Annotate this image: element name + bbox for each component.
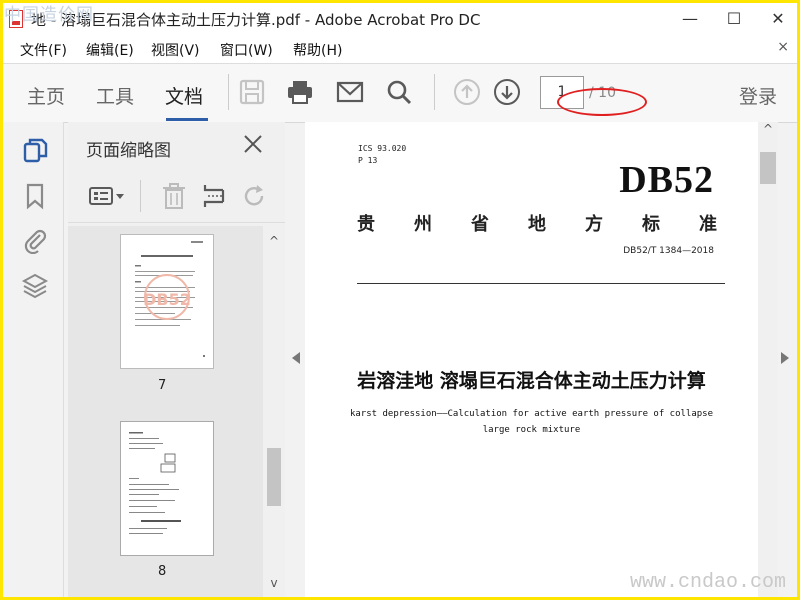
page-down-icon[interactable]	[493, 78, 521, 106]
print-icon[interactable]	[286, 78, 314, 106]
maximize-button[interactable]: ☐	[717, 7, 751, 31]
title-en-line: large rock mixture	[482, 425, 581, 435]
menu-window[interactable]: 窗口(W)	[220, 40, 273, 60]
page-up-icon[interactable]	[453, 78, 481, 106]
standard-char: 标	[642, 214, 660, 235]
red-annotation-ellipse	[557, 88, 647, 116]
document-page: ICS 93.020 P 13 DB52 贵 州 省 地 方 标 准 DB52/…	[305, 122, 758, 597]
window-title: 地 - 溶塌巨石混合体主动土压力计算.pdf - Adobe Acrobat P…	[31, 11, 481, 29]
standard-char: 州	[414, 214, 432, 235]
watermark-top: 中国造价网	[4, 5, 94, 25]
menu-bar: 文件(F) 编辑(E) 视图(V) 窗口(W) 帮助(H) ×	[3, 35, 797, 63]
tab-document[interactable]: 文档	[165, 82, 203, 109]
horizontal-rule	[357, 283, 725, 284]
menu-edit[interactable]: 编辑(E)	[86, 40, 134, 60]
attachment-icon[interactable]	[21, 226, 49, 254]
thumbnail-label: 7	[158, 378, 167, 393]
chevron-down-icon[interactable]: v	[267, 576, 281, 590]
document-title-en: karst depression——Calculation for active…	[305, 406, 758, 438]
watermark-bottom: www.cndao.com	[629, 571, 786, 594]
collapse-right-icon[interactable]	[780, 352, 790, 364]
page-7-preview: DB52	[135, 241, 205, 357]
toolbar-divider	[140, 180, 141, 212]
thumbnail-page-7[interactable]: DB52	[120, 234, 214, 369]
thumbnail-scroll-thumb[interactable]	[267, 448, 281, 506]
standard-logo-text: DB52	[619, 159, 714, 201]
title-bar: 地 - 溶塌巨石混合体主动土压力计算.pdf - Adobe Acrobat P…	[3, 3, 797, 35]
chevron-up-icon[interactable]: ^	[267, 234, 281, 248]
thumbnail-label: 8	[158, 564, 167, 579]
document-title-cn: 岩溶洼地 溶塌巨石混合体主动土压力计算	[357, 370, 706, 392]
page-thumbnails-icon[interactable]	[21, 136, 49, 164]
search-icon[interactable]	[385, 78, 413, 106]
panel-title: 页面缩略图	[86, 141, 171, 161]
save-icon[interactable]	[238, 78, 266, 106]
thumbnail-toolbar	[68, 170, 285, 223]
standard-char: 省	[471, 214, 489, 235]
standard-char: 地	[528, 214, 546, 235]
toolbar-divider	[228, 74, 229, 110]
tab-home[interactable]: 主页	[27, 82, 65, 109]
standard-type-heading: 贵 州 省 地 方 标 准	[357, 210, 717, 236]
active-tab-indicator	[166, 118, 208, 121]
thumbnail-options-icon[interactable]	[88, 182, 128, 210]
ics-code: ICS 93.020	[358, 144, 407, 153]
standard-number: DB52/T 1384—2018	[623, 246, 714, 256]
menu-file[interactable]: 文件(F)	[20, 40, 67, 60]
classification-code: P 13	[358, 156, 378, 165]
minimize-button[interactable]: —	[673, 7, 707, 31]
toolbar-divider	[434, 74, 435, 110]
standard-char: 准	[699, 214, 717, 235]
crop-icon[interactable]	[200, 182, 228, 210]
bookmark-icon[interactable]	[21, 182, 49, 210]
trash-icon[interactable]	[160, 182, 188, 210]
page-8-preview	[129, 432, 181, 534]
login-button[interactable]: 登录	[739, 82, 777, 109]
email-icon[interactable]	[336, 78, 364, 106]
chevron-up-icon[interactable]: ^	[761, 122, 775, 136]
document-scroll-thumb[interactable]	[760, 152, 776, 184]
collapse-left-icon[interactable]	[291, 352, 301, 364]
navigation-rail	[3, 122, 64, 597]
toolbar: 主页 工具 文档 1 / 10 登录	[3, 63, 797, 123]
tab-tools[interactable]: 工具	[96, 82, 134, 109]
title-en-line: karst depression——Calculation for active…	[349, 409, 714, 419]
thumbnail-list: DB52 7 8	[68, 226, 263, 597]
layers-icon[interactable]	[21, 272, 49, 300]
rotate-icon[interactable]	[240, 182, 268, 210]
menu-help[interactable]: 帮助(H)	[293, 40, 342, 60]
close-icon[interactable]	[241, 132, 265, 156]
thumbnail-page-8[interactable]	[120, 421, 214, 556]
close-window-button[interactable]: ✕	[761, 7, 795, 31]
thumbnail-scrollbar[interactable]: ^ v	[263, 226, 285, 597]
standard-char: 贵	[357, 214, 375, 235]
document-scrollbar[interactable]: ^	[758, 122, 778, 597]
thumbnail-panel: 页面缩略图 DB52 7 8 ^ v	[68, 122, 285, 597]
standard-char: 方	[585, 214, 603, 235]
svg-text:DB52: DB52	[143, 290, 191, 309]
close-document-button[interactable]: ×	[777, 39, 789, 55]
menu-view[interactable]: 视图(V)	[151, 40, 200, 60]
